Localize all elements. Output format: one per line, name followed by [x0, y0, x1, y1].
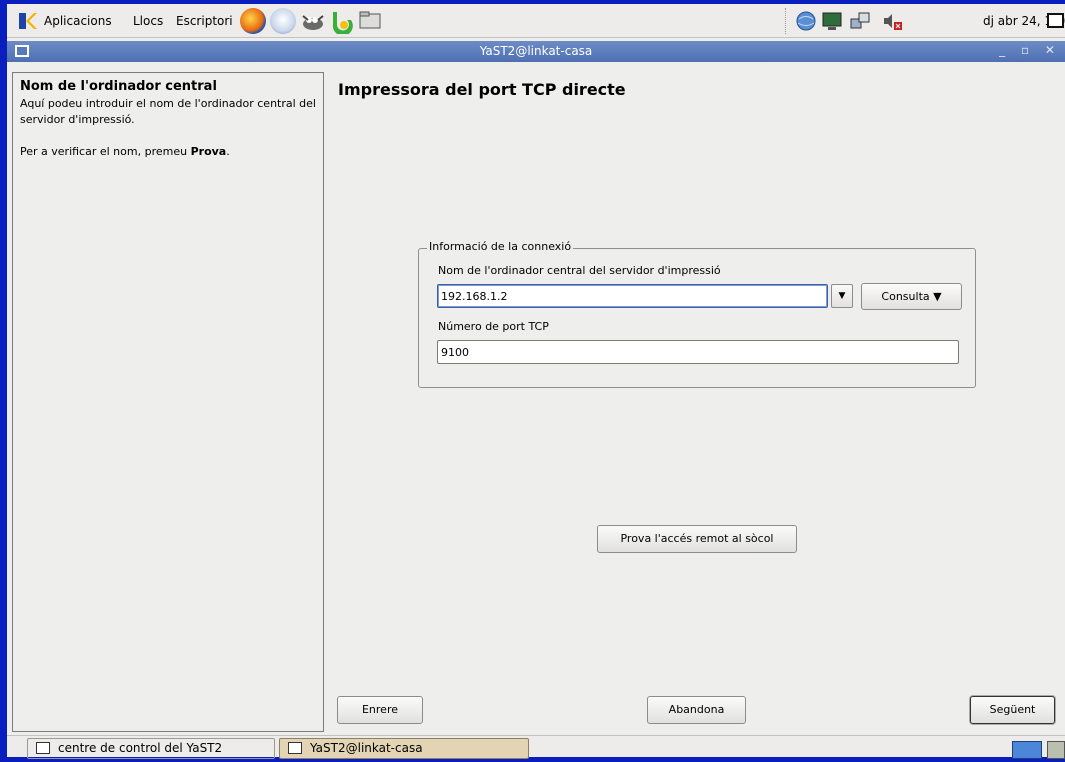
menu-desktop[interactable]: Escriptori [176, 14, 233, 28]
host-label: Nom de l'ordinador central del servidor … [438, 264, 721, 277]
network-globe-icon[interactable] [795, 10, 817, 32]
task-label: YaST2@linkat-casa [310, 741, 423, 755]
task-control-center[interactable]: centre de control del YaST2 [27, 738, 275, 759]
next-button[interactable]: Següent [970, 696, 1055, 724]
workspace-1[interactable] [1012, 741, 1042, 759]
host-input[interactable]: 192.168.1.2 [437, 284, 828, 308]
task-yast-window[interactable]: YaST2@linkat-casa [279, 738, 529, 759]
help-pane: Nom de l'ordinador central Aquí podeu in… [12, 72, 324, 732]
help-hint: Per a verificar el nom, premeu Prova. [20, 144, 316, 160]
update-icon[interactable] [327, 8, 353, 34]
frame-left [0, 0, 7, 762]
window-icon [288, 742, 302, 754]
host-dropdown-button[interactable]: ▼ [831, 284, 853, 308]
task-label: centre de control del YaST2 [58, 741, 223, 755]
abort-button[interactable]: Abandona [647, 696, 746, 724]
trash-icon[interactable] [1047, 741, 1065, 759]
group-legend: Informació de la connexió [427, 240, 574, 253]
monitor-icon[interactable] [821, 10, 843, 32]
file-manager-icon[interactable] [357, 8, 383, 34]
window-title: YaST2@linkat-casa [479, 44, 593, 58]
taskbar: centre de control del YaST2 YaST2@linkat… [7, 735, 1065, 759]
lookup-button[interactable]: Consulta ▼ [861, 283, 962, 310]
port-input[interactable]: 9100 [437, 340, 959, 364]
test-connection-button[interactable]: Prova l'accés remot al sòcol [597, 525, 797, 553]
panel-separator [785, 8, 787, 34]
back-button[interactable]: Enrere [337, 696, 423, 724]
port-label: Número de port TCP [438, 320, 549, 333]
main-menu-icon[interactable] [17, 11, 37, 31]
volume-muted-icon[interactable] [881, 10, 903, 32]
mail-client-icon[interactable] [270, 8, 296, 34]
top-panel: Aplicacions Llocs Escriptori dj abr 24, … [7, 4, 1065, 38]
gimp-icon[interactable] [300, 8, 326, 34]
firefox-icon[interactable] [240, 8, 266, 34]
help-text: Aquí podeu introduir el nom de l'ordinad… [20, 97, 316, 126]
page-title: Impressora del port TCP directe [338, 80, 626, 99]
help-hint-prefix: Per a verificar el nom, premeu [20, 145, 191, 158]
network-status-icon[interactable] [849, 10, 871, 32]
help-hint-suffix: . [226, 145, 230, 158]
window-titlebar[interactable]: YaST2@linkat-casa _ ▫ ✕ [7, 41, 1065, 62]
menu-applications[interactable]: Aplicacions [44, 14, 112, 28]
show-desktop-icon[interactable] [1047, 13, 1064, 28]
control-center-icon [36, 742, 50, 754]
help-hint-bold: Prova [190, 145, 227, 158]
window-controls[interactable]: _ ▫ ✕ [999, 43, 1061, 57]
menu-places[interactable]: Llocs [133, 14, 163, 28]
help-heading: Nom de l'ordinador central [20, 79, 217, 94]
